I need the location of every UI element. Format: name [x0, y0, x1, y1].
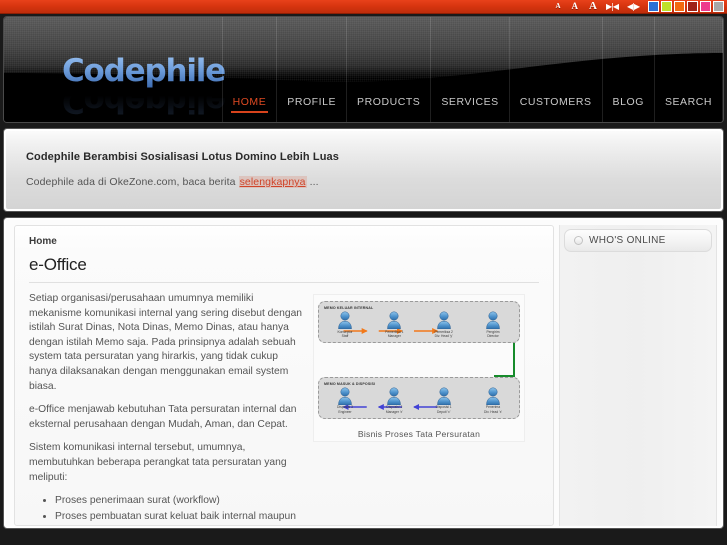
- person-icon: [436, 311, 451, 329]
- flow-node: Pemeriksa 1 Manager: [373, 311, 415, 338]
- article-paragraph: e-Office menjawab kebutuhan Tata persura…: [29, 404, 297, 430]
- person-icon: [486, 311, 500, 329]
- flow-node-label: Disposisi 3 Engineer: [337, 405, 353, 414]
- flow-node: Konseptor Staff: [324, 311, 366, 338]
- article-paragraph: Sistem komunikasi internal tersebut, umu…: [29, 442, 287, 483]
- flow-memo-masuk-disposisi: MEMO MASUK & DISPOSISI Disposisi 3 Engin…: [318, 376, 520, 419]
- person-icon: [486, 387, 500, 405]
- theme-color-pink[interactable]: [700, 1, 711, 12]
- flow-node-label: Penerima Div. Head 'x': [483, 405, 503, 414]
- theme-color-lime[interactable]: [661, 1, 672, 12]
- news-body: Codephile ada di OkeZone.com, baca berit…: [26, 176, 701, 188]
- flow-node-label: Pemeriksa 2 Div. Head 'y': [434, 329, 453, 338]
- content-column: Home e-Office Setiap organisasi/perusaha…: [14, 225, 554, 526]
- breadcrumb[interactable]: Home: [29, 236, 539, 247]
- main-panel-inner: Home e-Office Setiap organisasi/perusaha…: [6, 220, 721, 526]
- font-size-small-button[interactable]: A: [550, 3, 565, 10]
- flow-node-label: Konseptor Staff: [337, 329, 353, 338]
- news-panel-inner: Codephile Berambisi Sosialisasi Lotus Do…: [6, 131, 721, 209]
- list-item: Proses pembuatan surat keluat baik inter…: [55, 510, 307, 525]
- article: Setiap organisasi/perusahaan umumnya mem…: [29, 292, 539, 525]
- person-icon: [338, 311, 352, 329]
- person-icon: [387, 387, 402, 405]
- main-panel: Home e-Office Setiap organisasi/perusaha…: [3, 217, 724, 529]
- font-size-medium-button[interactable]: A: [567, 2, 584, 11]
- flow-nodes-row: Konseptor Staff Pemeriksa 1 Manager Peme…: [324, 311, 514, 338]
- person-icon: [387, 311, 402, 329]
- nav-item-profile[interactable]: PROFILE: [276, 17, 346, 122]
- narrow-width-icon[interactable]: ▶|◀: [602, 2, 622, 11]
- nav-item-search[interactable]: SEARCH: [653, 17, 723, 122]
- flow-node: Pengirim Director: [472, 311, 514, 338]
- theme-color-gray[interactable]: [713, 1, 724, 12]
- person-icon: [338, 387, 352, 405]
- flow-node-label: Pemeriksa 1 Manager: [385, 329, 404, 338]
- flow-node: Disposisi 1 Deputi 'x': [423, 387, 465, 414]
- news-read-more-link[interactable]: selengkapnya: [238, 176, 307, 188]
- circle-bullet-icon: [574, 236, 583, 245]
- module-whos-online-body: [564, 252, 712, 268]
- diagram-canvas: MEMO KELUAR INTERNAL Konseptor Staff Pem…: [313, 294, 525, 442]
- nav-item-customers[interactable]: CUSTOMERS: [508, 17, 602, 122]
- header-banner: Codephile Codephile HOME PROFILE PRODUCT…: [4, 17, 723, 122]
- flow-node-label: Disposisi 1 Deputi 'x': [435, 405, 452, 414]
- sidebar-column: WHO'S ONLINE: [559, 225, 717, 526]
- main-navigation: HOME PROFILE PRODUCTS SERVICES CUSTOMERS…: [221, 17, 723, 122]
- flow-node: Penerima Div. Head 'x': [472, 387, 514, 414]
- theme-color-orange[interactable]: [674, 1, 685, 12]
- news-headline: Codephile Berambisi Sosialisasi Lotus Do…: [26, 151, 339, 163]
- feature-list: Proses penerimaan surat (workflow) Prose…: [55, 494, 307, 525]
- flow-node: Disposisi 2 Manager 'x': [373, 387, 415, 414]
- width-controls: ▶|◀ ◀|▶: [602, 2, 643, 11]
- nav-item-home[interactable]: HOME: [221, 17, 277, 122]
- utility-topbar: A A A ▶|◀ ◀|▶: [0, 0, 727, 14]
- theme-color-darkred[interactable]: [687, 1, 698, 12]
- news-panel: Codephile Berambisi Sosialisasi Lotus Do…: [3, 128, 724, 212]
- nav-item-products[interactable]: PRODUCTS: [346, 17, 430, 122]
- wide-width-icon[interactable]: ◀|▶: [623, 2, 643, 11]
- flow-node: Disposisi 3 Engineer: [324, 387, 366, 414]
- news-text-after: ...: [306, 176, 319, 188]
- flow-node-label: Disposisi 2 Manager 'x': [385, 405, 403, 414]
- flow-connector-area: [318, 342, 520, 377]
- figure-caption: Bisnis Proses Tata Persuratan: [357, 428, 481, 439]
- flow-nodes-row: Disposisi 3 Engineer Disposisi 2 Manager…: [324, 387, 514, 414]
- nav-item-services[interactable]: SERVICES: [430, 17, 508, 122]
- flow-title: MEMO KELUAR INTERNAL: [324, 306, 374, 310]
- nav-item-blog[interactable]: BLOG: [601, 17, 654, 122]
- site-logo: Codephile: [62, 53, 226, 89]
- article-paragraph: Setiap organisasi/perusahaan umumnya mem…: [29, 293, 303, 392]
- list-item: Proses penerimaan surat (workflow): [55, 494, 307, 509]
- flow-node-label: Pengirim Director: [486, 329, 500, 338]
- module-whos-online[interactable]: WHO'S ONLINE: [564, 229, 712, 252]
- font-size-controls: A A A: [550, 1, 602, 12]
- process-diagram-figure: MEMO KELUAR INTERNAL Konseptor Staff Pem…: [313, 292, 525, 525]
- green-connector: [494, 342, 515, 377]
- font-size-large-button[interactable]: A: [584, 1, 602, 12]
- flow-title: MEMO MASUK & DISPOSISI: [324, 381, 376, 386]
- person-icon: [436, 387, 451, 405]
- article-text: Setiap organisasi/perusahaan umumnya mem…: [29, 292, 307, 525]
- flow-node: Pemeriksa 2 Div. Head 'y': [423, 311, 465, 338]
- theme-color-blue[interactable]: [648, 1, 659, 12]
- page-title: e-Office: [29, 255, 539, 283]
- news-text-before: Codephile ada di OkeZone.com, baca berit…: [26, 176, 239, 188]
- flow-memo-keluar-internal: MEMO KELUAR INTERNAL Konseptor Staff Pem…: [318, 301, 520, 343]
- theme-color-swatches: [648, 1, 724, 12]
- site-header: Codephile Codephile HOME PROFILE PRODUCT…: [3, 16, 724, 123]
- module-title: WHO'S ONLINE: [589, 235, 666, 246]
